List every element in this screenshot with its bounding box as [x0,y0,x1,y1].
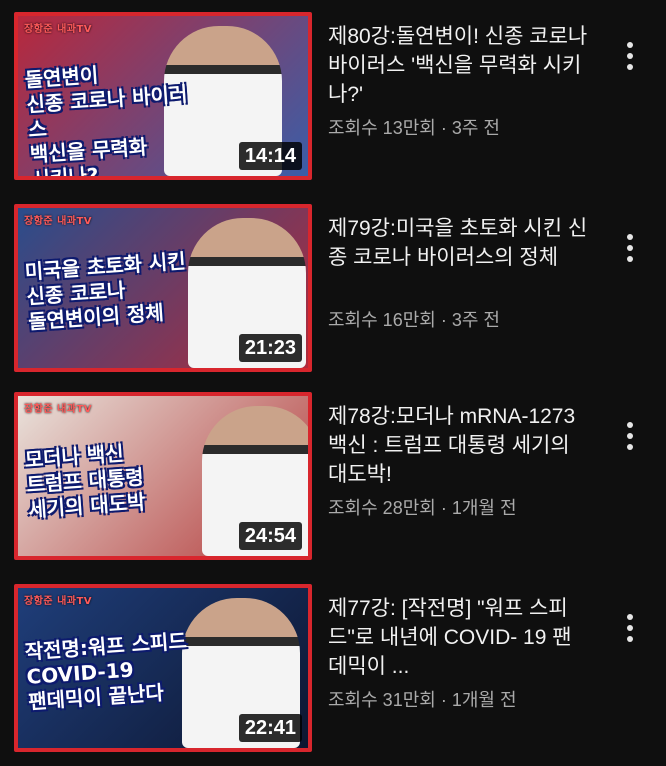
video-meta: 조회수 31만회 · 1개월 전 [328,690,517,710]
more-options-button[interactable] [614,32,646,80]
thumbnail-channel-watermark: 장항준 내과TV [24,404,93,415]
video-item-1[interactable]: 장항준 내과TV 돌연변이 신종 코로나 바이러스 백신을 무력화 시키나? 1… [0,12,666,192]
video-item-4[interactable]: 장항준 내과TV 작전명:워프 스피드 COVID-19 팬데믹이 끝난다 22… [0,584,666,764]
video-thumbnail[interactable]: 장항준 내과TV 미국을 초토화 시킨 신종 코로나 돌연변이의 정체 21:2… [14,204,312,372]
video-meta: 조회수 16만회 · 3주 전 [328,310,500,330]
more-vert-icon [627,422,633,428]
video-duration: 24:54 [238,522,302,550]
more-vert-icon [627,42,633,48]
more-vert-icon [627,614,633,620]
more-vert-icon-dot [627,444,633,450]
video-duration: 22:41 [238,714,302,742]
video-duration: 14:14 [238,142,302,170]
video-title[interactable]: 제80강:돌연변이! 신종 코로나 바이러스 '백신을 무력화 시키나?' [328,22,590,109]
video-thumbnail[interactable]: 장항준 내과TV 모더나 백신 트럼프 대통령 세기의 대도박 24:54 [14,392,312,560]
thumbnail-caption: 돌연변이 신종 코로나 바이러스 백신을 무력화 시키나? [24,62,189,180]
more-vert-icon-dot [627,433,633,439]
more-vert-icon-dot [627,625,633,631]
more-vert-icon-dot [627,64,633,70]
video-title[interactable]: 제78강:모더나 mRNA-1273 백신 : 트럼프 대통령 세기의 대도박! [328,402,590,489]
video-meta: 조회수 28만회 · 1개월 전 [328,498,517,518]
more-options-button[interactable] [614,412,646,460]
video-title[interactable]: 제79강:미국을 초토화 시킨 신종 코로나 바이러스의 정체 [328,214,590,272]
more-vert-icon-dot [627,245,633,251]
video-thumbnail[interactable]: 장항준 내과TV 작전명:워프 스피드 COVID-19 팬데믹이 끝난다 22… [14,584,312,752]
more-vert-icon-dot [627,636,633,642]
thumbnail-caption: 작전명:워프 스피드 COVID-19 팬데믹이 끝난다 [24,628,188,714]
more-options-button[interactable] [614,224,646,272]
video-duration: 21:23 [238,334,302,362]
more-vert-icon-dot [627,53,633,59]
thumbnail-caption: 미국을 초토화 시킨 신종 코로나 돌연변이의 정체 [24,248,187,334]
video-meta: 조회수 13만회 · 3주 전 [328,118,500,138]
video-item-2[interactable]: 장항준 내과TV 미국을 초토화 시킨 신종 코로나 돌연변이의 정체 21:2… [0,204,666,384]
video-item-3[interactable]: 장항준 내과TV 모더나 백신 트럼프 대통령 세기의 대도박 24:54 제7… [0,392,666,572]
thumbnail-channel-watermark: 장항준 내과TV [24,24,93,35]
video-thumbnail[interactable]: 장항준 내과TV 돌연변이 신종 코로나 바이러스 백신을 무력화 시키나? 1… [14,12,312,180]
thumbnail-channel-watermark: 장항준 내과TV [24,596,93,607]
more-vert-icon [627,234,633,240]
thumbnail-caption: 모더나 백신 트럼프 대통령 세기의 대도박 [24,441,147,522]
more-options-button[interactable] [614,604,646,652]
video-title[interactable]: 제77강: [작전명] "워프 스피드"로 내년에 COVID- 19 팬데믹이… [328,594,590,681]
more-vert-icon-dot [627,256,633,262]
thumbnail-channel-watermark: 장항준 내과TV [24,216,93,227]
